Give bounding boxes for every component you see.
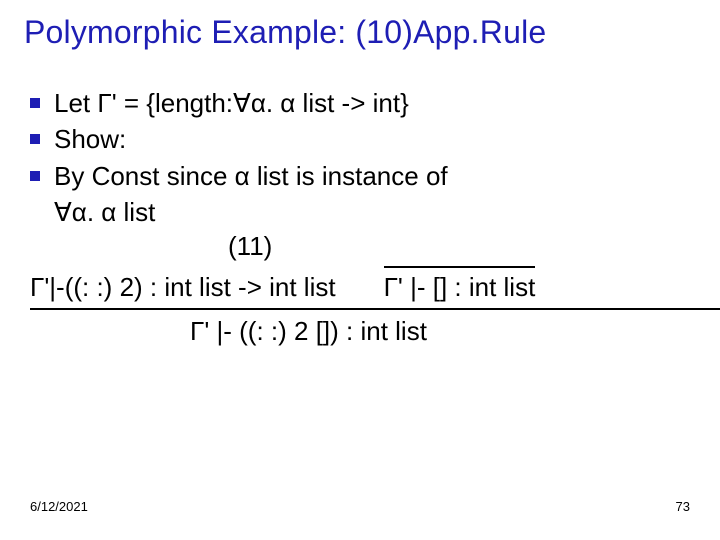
square-bullet-icon <box>30 134 40 144</box>
bullet-text-show: Show: <box>54 122 126 156</box>
slide-body: Let Γ' = {length:∀α. α list -> int} Show… <box>30 86 710 348</box>
bullet-row-show: Show: <box>30 122 710 156</box>
page-title: Polymorphic Example: (10)App.Rule <box>24 14 700 51</box>
line-forall-list: ∀α. α list <box>30 195 710 229</box>
bullet-text-let: Let Γ' = {length:∀α. α list -> int} <box>54 86 409 120</box>
rule-premises: Γ'|-((: :) 2) : int list -> int list Γ' … <box>30 266 710 304</box>
bullet-row-const: By Const since α list is instance of <box>30 159 710 193</box>
bullet-row-let: Let Γ' = {length:∀α. α list -> int} <box>30 86 710 120</box>
premise-right: Γ' |- [] : int list <box>384 266 536 304</box>
square-bullet-icon <box>30 98 40 108</box>
line-rule-number: (11) <box>30 229 710 263</box>
bullet-text-const: By Const since α list is instance of <box>54 159 448 193</box>
slide: Polymorphic Example: (10)App.Rule Let Γ'… <box>0 0 720 540</box>
footer-date: 6/12/2021 <box>30 499 88 514</box>
premise-left: Γ'|-((: :) 2) : int list -> int list <box>30 270 336 304</box>
footer-page-number: 73 <box>676 499 690 514</box>
rule-conclusion: Γ' |- ((: :) 2 []) : int list <box>30 314 710 348</box>
inference-rule-line <box>30 308 720 310</box>
square-bullet-icon <box>30 171 40 181</box>
